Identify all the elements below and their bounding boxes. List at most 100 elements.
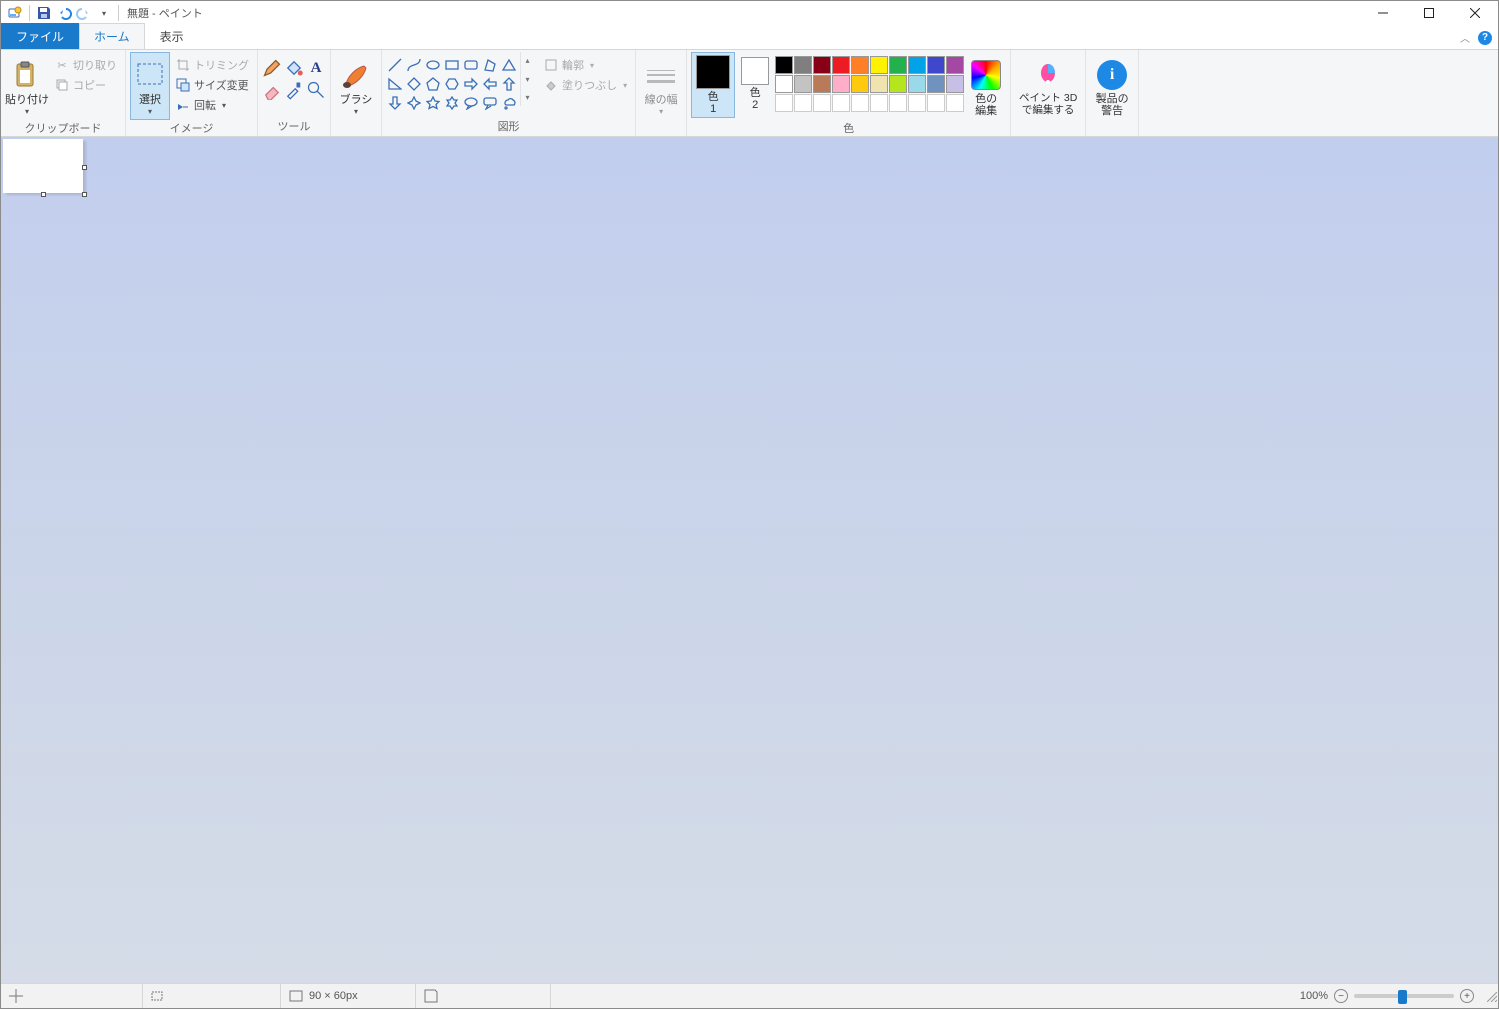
shape-callout-round[interactable] — [462, 94, 480, 112]
cut-button[interactable]: ✂切り取り — [51, 56, 121, 74]
color1-button[interactable]: 色 1 — [691, 52, 735, 118]
palette-color[interactable] — [813, 75, 831, 93]
palette-color[interactable] — [775, 75, 793, 93]
palette-color[interactable] — [908, 75, 926, 93]
magnifier-tool[interactable] — [306, 80, 326, 100]
picker-tool[interactable] — [284, 80, 304, 100]
undo-icon[interactable] — [56, 5, 72, 21]
shape-callout-rect[interactable] — [481, 94, 499, 112]
shapes-scroll[interactable]: ▴▾▾ — [520, 52, 534, 106]
palette-color[interactable] — [889, 75, 907, 93]
group-paint3d: ペイント 3D で編集する — [1011, 50, 1086, 136]
palette-color[interactable] — [946, 56, 964, 74]
palette-empty[interactable] — [813, 94, 831, 112]
palette-empty[interactable] — [794, 94, 812, 112]
shape-curve[interactable] — [405, 56, 423, 74]
shape-diamond[interactable] — [405, 75, 423, 93]
paint3d-button[interactable]: ペイント 3D で編集する — [1015, 52, 1081, 120]
palette-color[interactable] — [908, 56, 926, 74]
shape-arrow-left[interactable] — [481, 75, 499, 93]
shape-arrow-right[interactable] — [462, 75, 480, 93]
shape-right-triangle[interactable] — [386, 75, 404, 93]
maximize-button[interactable] — [1406, 1, 1452, 25]
close-button[interactable] — [1452, 1, 1498, 25]
resize-handle-right[interactable] — [82, 165, 87, 170]
color2-button[interactable]: 色 2 — [737, 52, 773, 113]
tab-home[interactable]: ホーム — [79, 23, 145, 49]
qat-customize-icon[interactable]: ▾ — [96, 5, 112, 21]
palette-empty[interactable] — [927, 94, 945, 112]
shape-oval[interactable] — [424, 56, 442, 74]
text-tool[interactable]: A — [306, 58, 326, 78]
palette-color[interactable] — [813, 56, 831, 74]
shape-line[interactable] — [386, 56, 404, 74]
zoom-control: 100% − + — [1290, 989, 1484, 1003]
collapse-ribbon-icon[interactable]: ︿ — [1460, 30, 1470, 45]
color-palette[interactable] — [775, 52, 964, 112]
help-icon[interactable]: ? — [1478, 31, 1492, 45]
fill-tool[interactable] — [284, 58, 304, 78]
palette-color[interactable] — [870, 75, 888, 93]
rotate-button[interactable]: 回転▾ — [172, 96, 253, 114]
shape-5star[interactable] — [424, 94, 442, 112]
shape-roundrect[interactable] — [462, 56, 480, 74]
paste-button[interactable]: 貼り付け ▾ — [5, 52, 49, 120]
palette-color[interactable] — [946, 75, 964, 93]
shape-callout-cloud[interactable] — [500, 94, 518, 112]
canvas[interactable] — [3, 139, 83, 193]
shape-triangle[interactable] — [500, 56, 518, 74]
zoom-in-button[interactable]: + — [1460, 989, 1474, 1003]
zoom-out-button[interactable]: − — [1334, 989, 1348, 1003]
shape-hexagon[interactable] — [443, 75, 461, 93]
linewidth-button[interactable]: 線の幅 ▾ — [640, 52, 682, 120]
zoom-slider-thumb[interactable] — [1398, 990, 1407, 1004]
shape-polygon[interactable] — [481, 56, 499, 74]
tab-file[interactable]: ファイル — [1, 23, 79, 49]
pencil-tool[interactable] — [262, 58, 282, 78]
edit-colors-button[interactable]: 色の 編集 — [966, 52, 1006, 120]
shape-rect[interactable] — [443, 56, 461, 74]
palette-empty[interactable] — [775, 94, 793, 112]
palette-empty[interactable] — [832, 94, 850, 112]
zoom-slider[interactable] — [1354, 994, 1454, 998]
minimize-button[interactable] — [1360, 1, 1406, 25]
eraser-tool[interactable] — [262, 80, 282, 100]
palette-color[interactable] — [832, 56, 850, 74]
palette-color[interactable] — [775, 56, 793, 74]
redo-icon[interactable] — [76, 5, 92, 21]
select-button[interactable]: 選択 ▾ — [130, 52, 170, 120]
resize-button[interactable]: サイズ変更 — [172, 76, 253, 94]
palette-color[interactable] — [889, 56, 907, 74]
shape-6star[interactable] — [443, 94, 461, 112]
copy-button[interactable]: コピー — [51, 76, 121, 94]
shape-pentagon[interactable] — [424, 75, 442, 93]
shapes-gallery[interactable] — [386, 52, 518, 112]
tab-view[interactable]: 表示 — [145, 23, 199, 49]
shape-4star[interactable] — [405, 94, 423, 112]
palette-color[interactable] — [794, 75, 812, 93]
palette-color[interactable] — [927, 75, 945, 93]
resize-grip[interactable] — [1484, 989, 1498, 1003]
palette-color[interactable] — [927, 56, 945, 74]
product-alert-button[interactable]: i 製品の 警告 — [1090, 52, 1134, 120]
resize-handle-bottom[interactable] — [41, 192, 46, 197]
palette-empty[interactable] — [870, 94, 888, 112]
palette-empty[interactable] — [889, 94, 907, 112]
fill-shape-button[interactable]: 塗りつぶし▾ — [540, 76, 631, 94]
shape-arrow-up[interactable] — [500, 75, 518, 93]
palette-color[interactable] — [870, 56, 888, 74]
outline-button[interactable]: 輪郭▾ — [540, 56, 631, 74]
palette-color[interactable] — [832, 75, 850, 93]
canvas-workspace[interactable] — [1, 137, 1498, 983]
palette-color[interactable] — [851, 56, 869, 74]
palette-empty[interactable] — [851, 94, 869, 112]
brushes-button[interactable]: ブラシ ▾ — [335, 52, 377, 120]
save-icon[interactable] — [36, 5, 52, 21]
palette-color[interactable] — [794, 56, 812, 74]
resize-handle-corner[interactable] — [82, 192, 87, 197]
palette-empty[interactable] — [908, 94, 926, 112]
crop-button[interactable]: トリミング — [172, 56, 253, 74]
shape-arrow-down[interactable] — [386, 94, 404, 112]
palette-color[interactable] — [851, 75, 869, 93]
palette-empty[interactable] — [946, 94, 964, 112]
